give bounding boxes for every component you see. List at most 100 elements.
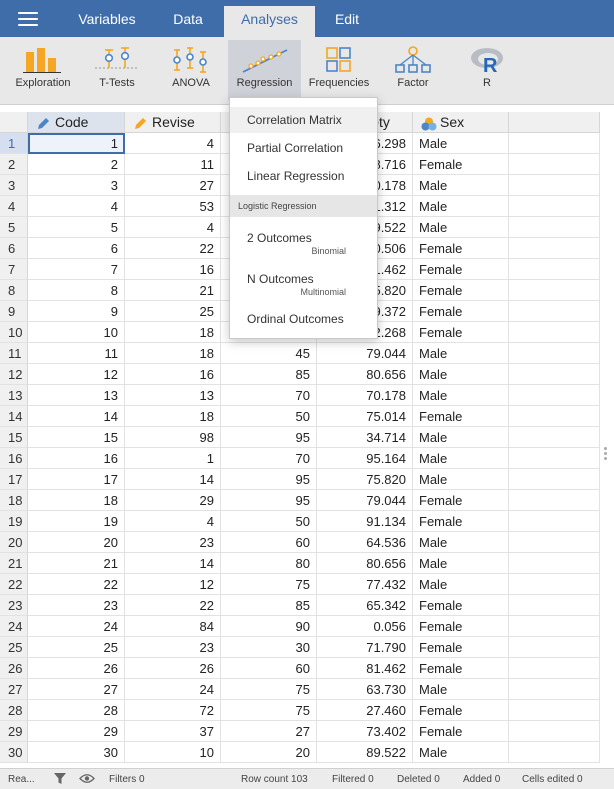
cell-code[interactable]: 8 [28, 280, 125, 301]
cell-empty[interactable] [509, 427, 600, 448]
cell-revise[interactable]: 16 [125, 364, 221, 385]
cell-anxiety[interactable]: 77.432 [317, 574, 413, 595]
cell-sex[interactable]: Female [413, 490, 509, 511]
cell-exam[interactable]: 60 [221, 658, 317, 679]
cell-revise[interactable]: 4 [125, 217, 221, 238]
cell-anxiety[interactable]: 80.656 [317, 553, 413, 574]
cell-code[interactable]: 23 [28, 595, 125, 616]
row-number[interactable]: 25 [0, 637, 28, 658]
cell-exam[interactable]: 50 [221, 511, 317, 532]
row-number[interactable]: 29 [0, 721, 28, 742]
cell-sex[interactable]: Female [413, 259, 509, 280]
cell-empty[interactable] [509, 280, 600, 301]
cell-anxiety[interactable]: 89.522 [317, 742, 413, 763]
cell-empty[interactable] [509, 385, 600, 406]
cell-exam[interactable]: 70 [221, 385, 317, 406]
row-number[interactable]: 30 [0, 742, 28, 763]
cell-revise[interactable]: 4 [125, 133, 221, 154]
cell-empty[interactable] [509, 742, 600, 763]
cell-code[interactable]: 25 [28, 637, 125, 658]
cell-empty[interactable] [509, 259, 600, 280]
cell-exam[interactable]: 70 [221, 448, 317, 469]
menu-item-linear-regression[interactable]: Linear Regression [230, 163, 377, 189]
cell-sex[interactable]: Female [413, 595, 509, 616]
cell-revise[interactable]: 24 [125, 679, 221, 700]
cell-code[interactable]: 19 [28, 511, 125, 532]
cell-code[interactable]: 26 [28, 658, 125, 679]
row-number[interactable]: 5 [0, 217, 28, 238]
cell-revise[interactable]: 18 [125, 322, 221, 343]
cell-revise[interactable]: 13 [125, 385, 221, 406]
cell-revise[interactable]: 1 [125, 448, 221, 469]
menu-item-correlation-matrix[interactable]: Correlation Matrix [230, 107, 377, 133]
row-number[interactable]: 17 [0, 469, 28, 490]
cell-empty[interactable] [509, 637, 600, 658]
cell-exam[interactable]: 60 [221, 532, 317, 553]
cell-empty[interactable] [509, 658, 600, 679]
row-number[interactable]: 15 [0, 427, 28, 448]
cell-exam[interactable]: 95 [221, 490, 317, 511]
anova-button[interactable]: ANOVA [160, 40, 222, 100]
row-number[interactable]: 19 [0, 511, 28, 532]
cell-revise[interactable]: 10 [125, 742, 221, 763]
cell-revise[interactable]: 22 [125, 595, 221, 616]
cell-anxiety[interactable]: 79.044 [317, 490, 413, 511]
cell-anxiety[interactable]: 70.178 [317, 385, 413, 406]
cell-sex[interactable]: Female [413, 301, 509, 322]
cell-sex[interactable]: Male [413, 553, 509, 574]
column-header-sex[interactable]: Sex [413, 112, 509, 133]
cell-revise[interactable]: 18 [125, 406, 221, 427]
cell-anxiety[interactable]: 63.730 [317, 679, 413, 700]
row-number[interactable]: 24 [0, 616, 28, 637]
cell-revise[interactable]: 37 [125, 721, 221, 742]
cell-revise[interactable]: 29 [125, 490, 221, 511]
cell-revise[interactable]: 53 [125, 196, 221, 217]
cell-code[interactable]: 12 [28, 364, 125, 385]
cell-sex[interactable]: Male [413, 133, 509, 154]
cell-sex[interactable]: Female [413, 280, 509, 301]
cell-code[interactable]: 9 [28, 301, 125, 322]
cell-empty[interactable] [509, 595, 600, 616]
row-number[interactable]: 8 [0, 280, 28, 301]
cell-sex[interactable]: Male [413, 217, 509, 238]
cell-sex[interactable]: Male [413, 385, 509, 406]
cell-code[interactable]: 4 [28, 196, 125, 217]
row-number[interactable]: 6 [0, 238, 28, 259]
row-number[interactable]: 11 [0, 343, 28, 364]
corner-header[interactable] [0, 112, 28, 133]
regression-button[interactable]: Regression [228, 40, 301, 100]
cell-empty[interactable] [509, 616, 600, 637]
eye-icon[interactable] [79, 773, 95, 787]
row-number[interactable]: 13 [0, 385, 28, 406]
cell-empty[interactable] [509, 322, 600, 343]
cell-exam[interactable]: 85 [221, 364, 317, 385]
row-number[interactable]: 23 [0, 595, 28, 616]
cell-empty[interactable] [509, 700, 600, 721]
cell-sex[interactable]: Male [413, 427, 509, 448]
cell-empty[interactable] [509, 133, 600, 154]
row-number[interactable]: 16 [0, 448, 28, 469]
cell-empty[interactable] [509, 532, 600, 553]
panel-resize-handle[interactable] [604, 447, 608, 462]
cell-exam[interactable]: 75 [221, 679, 317, 700]
cell-revise[interactable]: 72 [125, 700, 221, 721]
row-number[interactable]: 10 [0, 322, 28, 343]
menu-item-ordinal-outcomes[interactable]: Ordinal Outcomes [230, 306, 377, 332]
cell-anxiety[interactable]: 0.056 [317, 616, 413, 637]
cell-empty[interactable] [509, 574, 600, 595]
cell-code[interactable]: 28 [28, 700, 125, 721]
exploration-button[interactable]: Exploration [6, 40, 80, 100]
cell-empty[interactable] [509, 217, 600, 238]
cell-code[interactable]: 6 [28, 238, 125, 259]
cell-empty[interactable] [509, 721, 600, 742]
column-header-code[interactable]: Code [28, 112, 125, 133]
row-number[interactable]: 18 [0, 490, 28, 511]
cell-revise[interactable]: 16 [125, 259, 221, 280]
cell-empty[interactable] [509, 448, 600, 469]
cell-sex[interactable]: Female [413, 511, 509, 532]
cell-code[interactable]: 14 [28, 406, 125, 427]
cell-code[interactable]: 22 [28, 574, 125, 595]
cell-exam[interactable]: 27 [221, 721, 317, 742]
row-number[interactable]: 21 [0, 553, 28, 574]
cell-empty[interactable] [509, 343, 600, 364]
